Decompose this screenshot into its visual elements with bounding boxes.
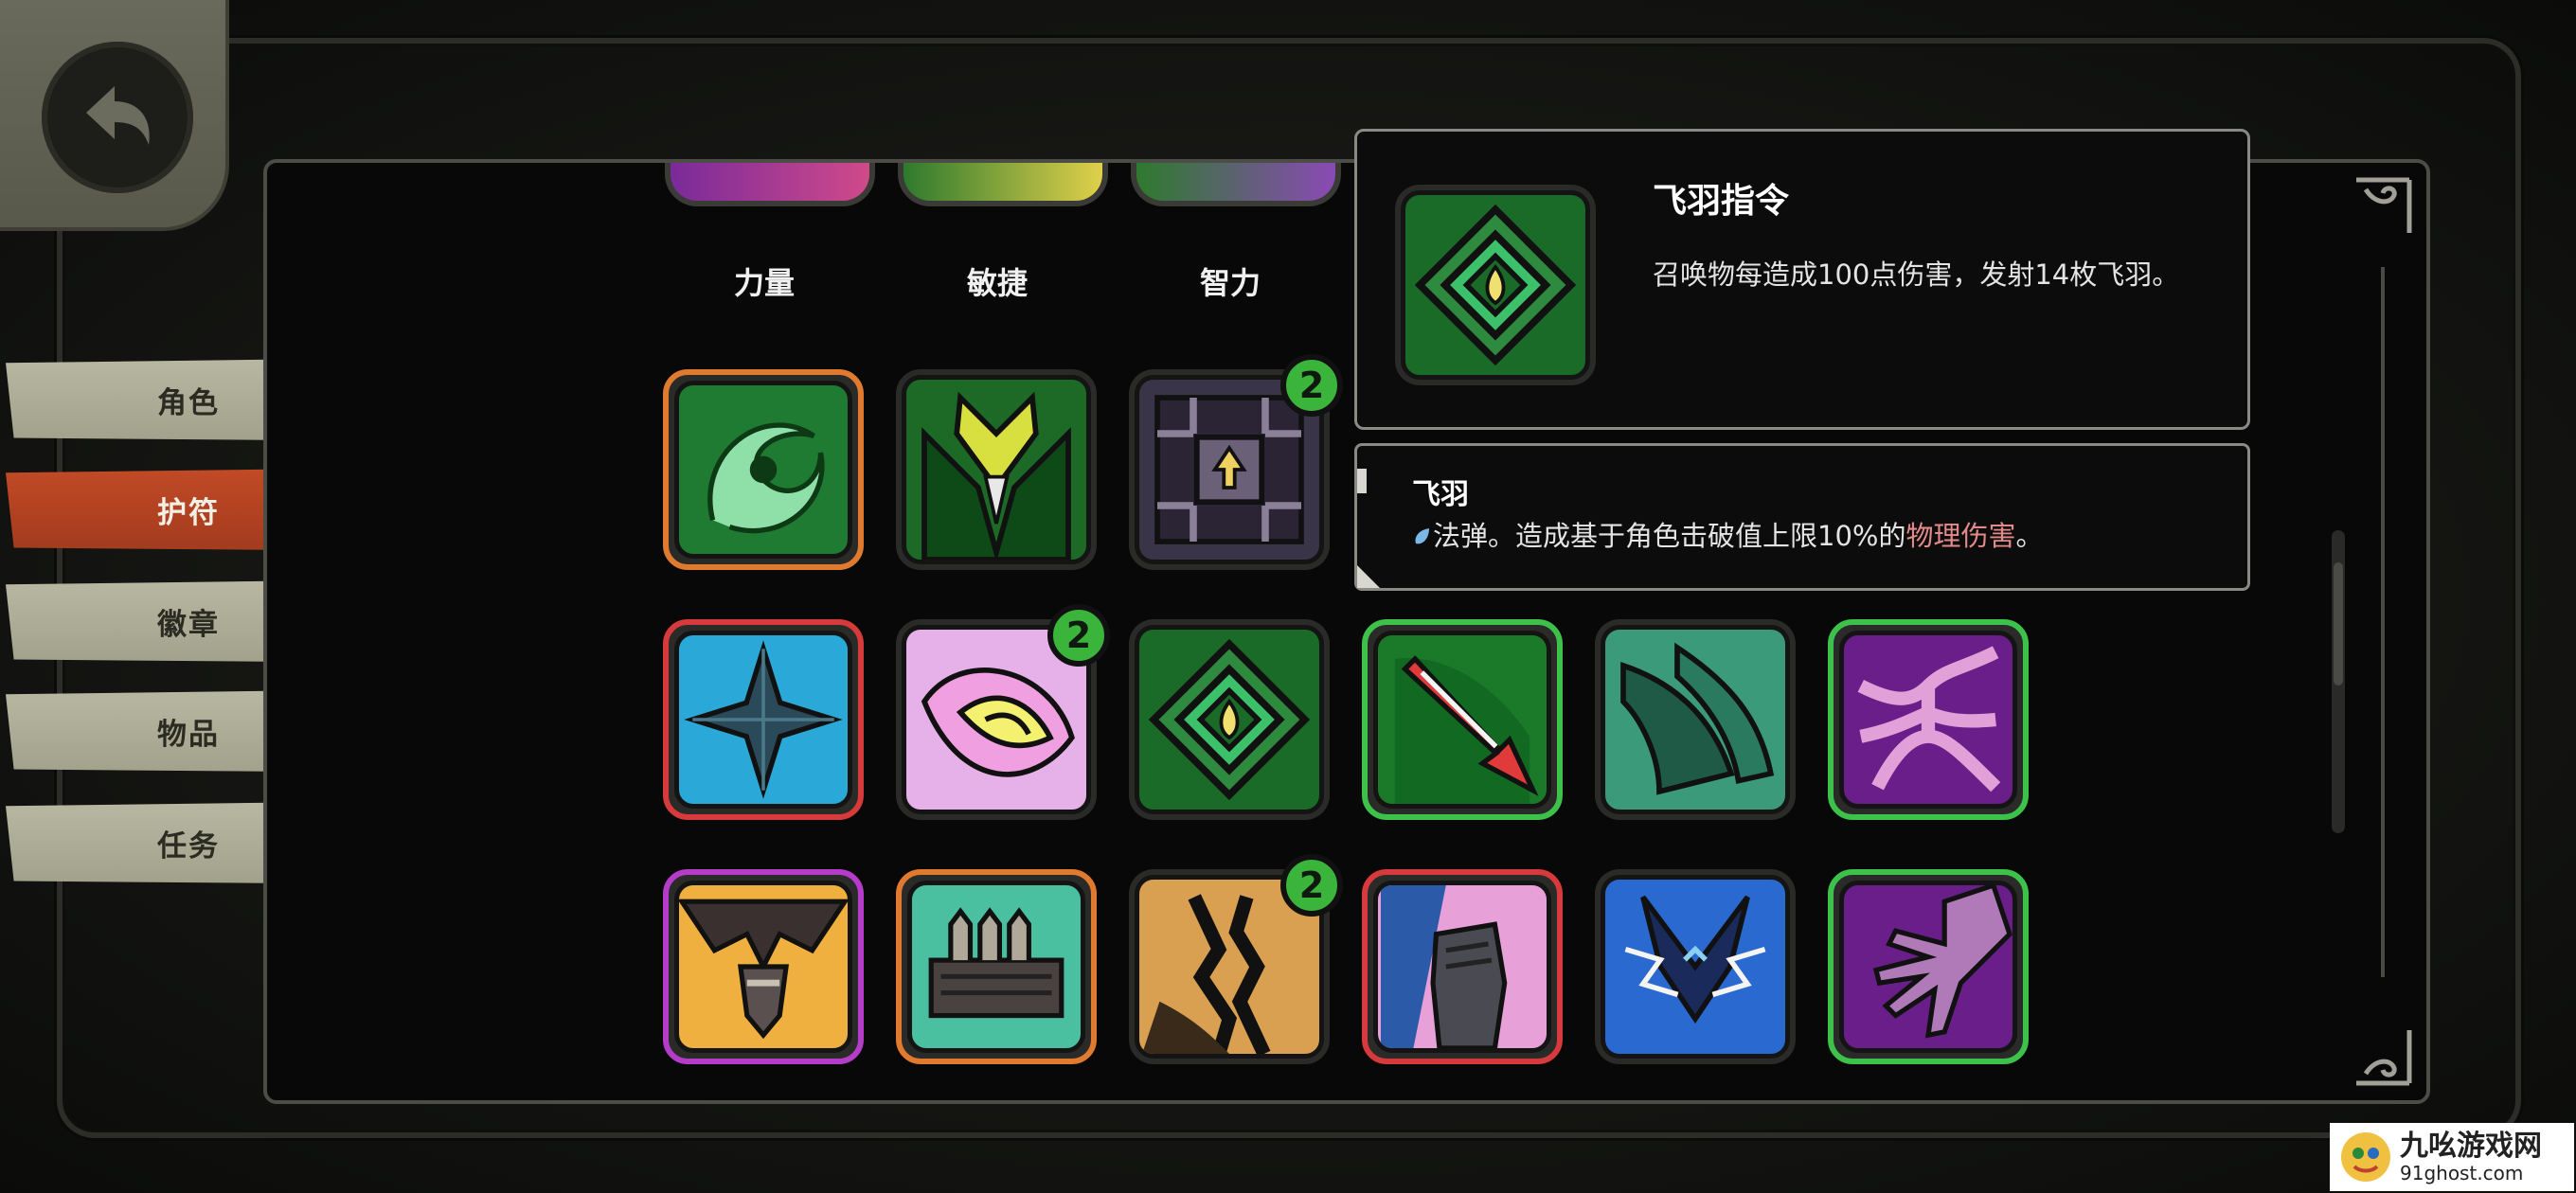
- charm-slot-cracked-ground[interactable]: 2: [1129, 854, 1343, 1064]
- charm-slot-purple-web[interactable]: [1828, 619, 2029, 820]
- menu-label: 徽章: [157, 607, 220, 642]
- crystal-star-icon: [684, 640, 843, 799]
- charm-slot-whirlwind[interactable]: [663, 369, 864, 570]
- skill-name: 飞羽: [1412, 478, 1469, 511]
- charm-slot-crystal-star[interactable]: [663, 619, 864, 820]
- tooltip-description: 召唤物每造成100点伤害，发射14枚飞羽。: [1653, 258, 2180, 291]
- strength-icon[interactable]: [665, 163, 875, 206]
- corner-notch-icon: [1357, 565, 1380, 588]
- back-button[interactable]: [42, 42, 193, 193]
- claw-icon: [1620, 642, 1775, 795]
- intelligence-icon[interactable]: [1131, 163, 1341, 206]
- strength-label: 力量: [733, 265, 795, 301]
- charm-slot-mech-core[interactable]: 2: [1129, 354, 1343, 570]
- watermark-title: 九吆游戏网: [2400, 1130, 2542, 1163]
- charm-slot-shadow-hand[interactable]: [1828, 869, 2029, 1064]
- intelligence-label: 智力: [1199, 265, 1261, 301]
- watermark-logo-icon: [2341, 1132, 2390, 1182]
- charm-slot-claw[interactable]: [1595, 619, 1796, 820]
- skill-detail-box: 飞羽 法弹。造成基于角色击破值上限10%的物理伤害。: [1354, 443, 2250, 591]
- charm-count-badge: 2: [1280, 354, 1343, 417]
- skill-desc-text: 法弹。造成基于角色击破值上限10%的: [1433, 520, 1906, 552]
- feather-command-icon: [1414, 204, 1577, 366]
- charm-slot-thunder-fist[interactable]: [1362, 869, 1563, 1064]
- panel-side-rail: [2381, 267, 2385, 977]
- menu-label: 物品: [157, 717, 220, 752]
- magic-bolt-icon: [1415, 528, 1429, 544]
- tooltip-title: 飞羽指令: [1653, 182, 1790, 221]
- corner-ornament-icon: [2356, 1030, 2412, 1086]
- tooltip-charm-icon: [1395, 185, 1596, 385]
- menu-label: 护符: [157, 495, 220, 530]
- charm-slot-lightning-dragon[interactable]: [1595, 869, 1796, 1064]
- charm-slot-red-arrow[interactable]: [1362, 619, 1563, 820]
- charm-count-badge: 2: [1280, 854, 1343, 917]
- ammo-belt-icon: [928, 907, 1064, 1019]
- arrow-icon: [1394, 655, 1539, 804]
- charm-slot-pink-feather[interactable]: 2: [896, 604, 1110, 820]
- charm-slot-feather-command[interactable]: [1129, 619, 1330, 820]
- damage-type-highlight: 物理伤害: [1905, 520, 2016, 552]
- skill-box-marker: [1357, 469, 1367, 493]
- charm-slot-ammo-belt[interactable]: [896, 869, 1097, 1064]
- back-arrow-icon: [86, 86, 150, 145]
- charm-slot-bomb-wing[interactable]: [663, 869, 864, 1064]
- charm-count-badge: 2: [1047, 604, 1110, 667]
- agility-icon[interactable]: [898, 163, 1108, 206]
- watermark-url: 91ghost.com: [2400, 1162, 2524, 1184]
- feather-command-icon: [1148, 638, 1311, 801]
- fist-icon: [1381, 885, 1508, 1048]
- agility-label: 敏捷: [966, 265, 1028, 301]
- menu-label: 角色: [157, 385, 220, 420]
- hand-icon: [1872, 885, 2012, 1039]
- swirl-icon: [707, 422, 825, 534]
- cloak-icon: [921, 391, 1071, 560]
- watermark: 九吆游戏网 91ghost.com: [2330, 1123, 2574, 1191]
- charm-slot-green-cloak[interactable]: [896, 369, 1097, 570]
- web-icon: [1857, 646, 2001, 792]
- charm-tooltip: 飞羽指令 召唤物每造成100点伤害，发射14枚飞羽。: [1354, 129, 2250, 430]
- scrollbar-thumb[interactable]: [2334, 562, 2343, 686]
- bomb-wing-icon: [679, 899, 848, 1040]
- skill-description: 法弹。造成基于角色击破值上限10%的物理伤害。: [1412, 514, 2044, 554]
- lightning-dragon-icon: [1624, 895, 1766, 1024]
- menu-label: 任务: [157, 828, 220, 864]
- skill-desc-suffix: 。: [2015, 520, 2044, 552]
- corner-ornament-icon: [2356, 177, 2412, 233]
